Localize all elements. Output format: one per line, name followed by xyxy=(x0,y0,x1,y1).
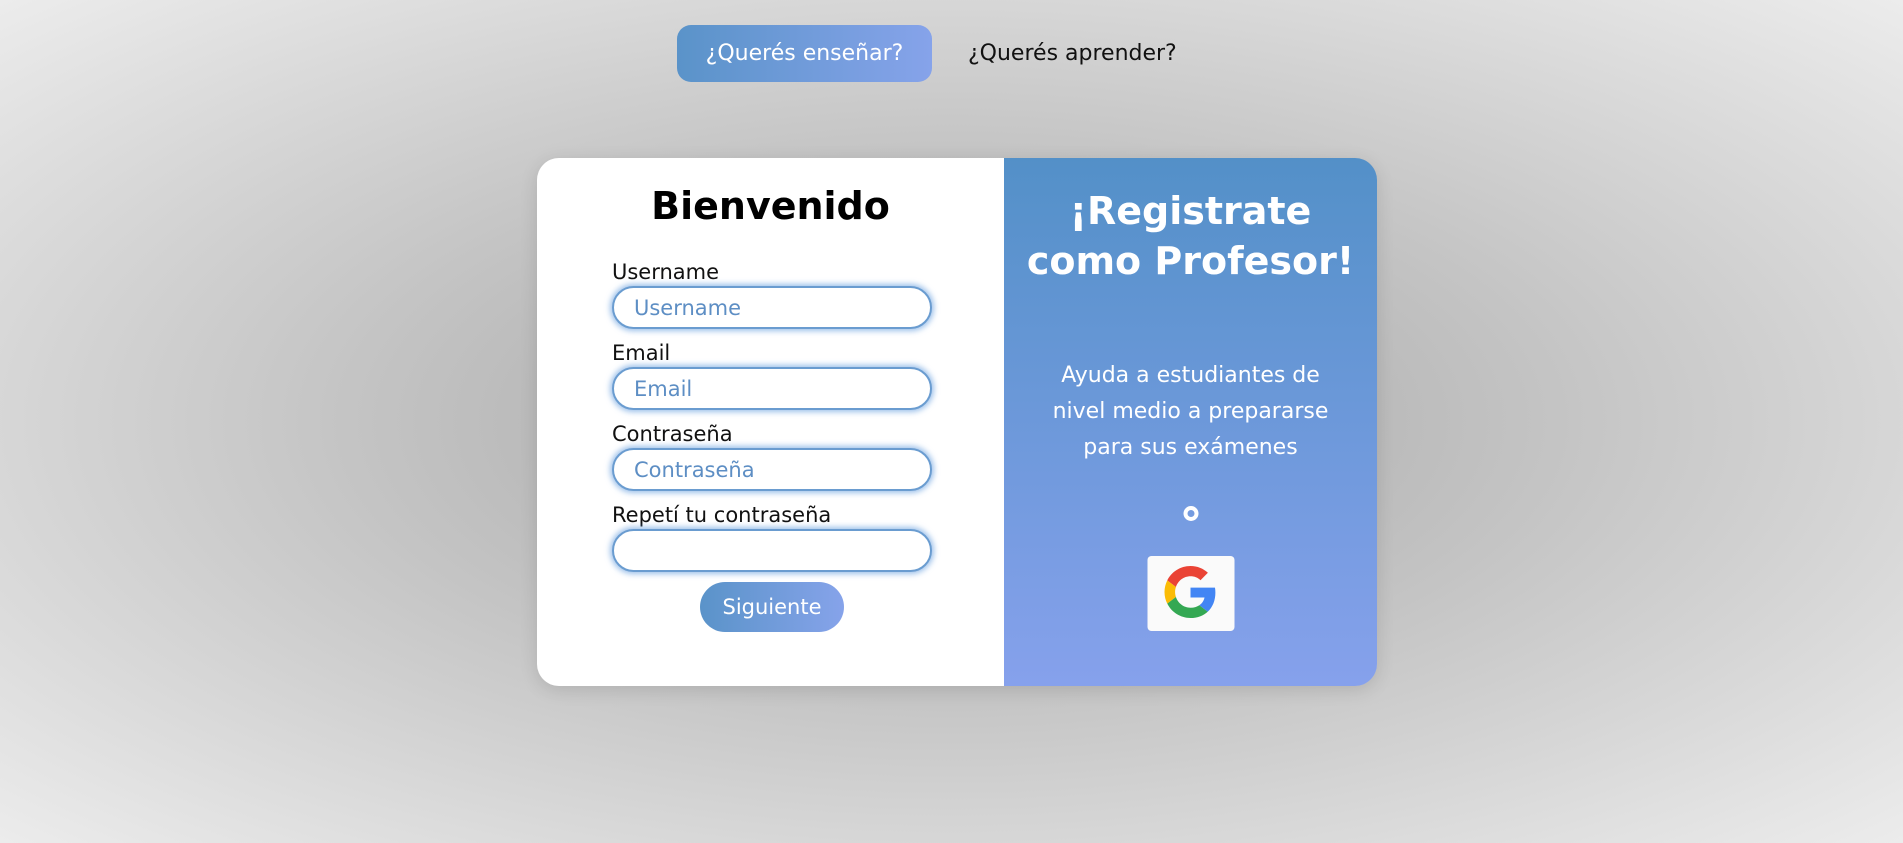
google-icon xyxy=(1164,566,1217,621)
email-field-group: Email xyxy=(612,339,932,410)
repeat-password-field-group: Repetí tu contraseña xyxy=(612,501,932,572)
google-signin-button[interactable] xyxy=(1147,556,1234,631)
promo-description: Ayuda a estudiantes de nivel medio a pre… xyxy=(1052,363,1329,460)
form-title: Bienvenido xyxy=(651,184,890,228)
username-field-group: Username xyxy=(612,258,932,329)
email-input[interactable] xyxy=(612,367,932,410)
next-button[interactable]: Siguiente xyxy=(700,582,844,632)
password-field-group: Contraseña xyxy=(612,420,932,491)
username-label: Username xyxy=(612,260,720,284)
role-tabs: ¿Querés enseñar? ¿Querés aprender? xyxy=(677,25,1189,82)
tab-teach[interactable]: ¿Querés enseñar? xyxy=(677,25,932,82)
tab-learn[interactable]: ¿Querés aprender? xyxy=(956,25,1189,82)
repeat-password-label: Repetí tu contraseña xyxy=(612,503,832,527)
separator-dot xyxy=(1183,506,1198,521)
email-label: Email xyxy=(612,341,671,365)
promo-title: ¡Registrate como Profesor! xyxy=(1026,189,1355,283)
signup-form: Username Email Contraseña Repetí tu cont… xyxy=(612,258,932,632)
password-label: Contraseña xyxy=(612,422,733,446)
signup-card: Bienvenido Username Email Contraseña Rep… xyxy=(537,158,1377,686)
signup-form-panel: Bienvenido Username Email Contraseña Rep… xyxy=(537,158,1004,686)
username-input[interactable] xyxy=(612,286,932,329)
promo-panel: ¡Registrate como Profesor! Ayuda a estud… xyxy=(1004,158,1377,686)
repeat-password-input[interactable] xyxy=(612,529,932,572)
password-input[interactable] xyxy=(612,448,932,491)
